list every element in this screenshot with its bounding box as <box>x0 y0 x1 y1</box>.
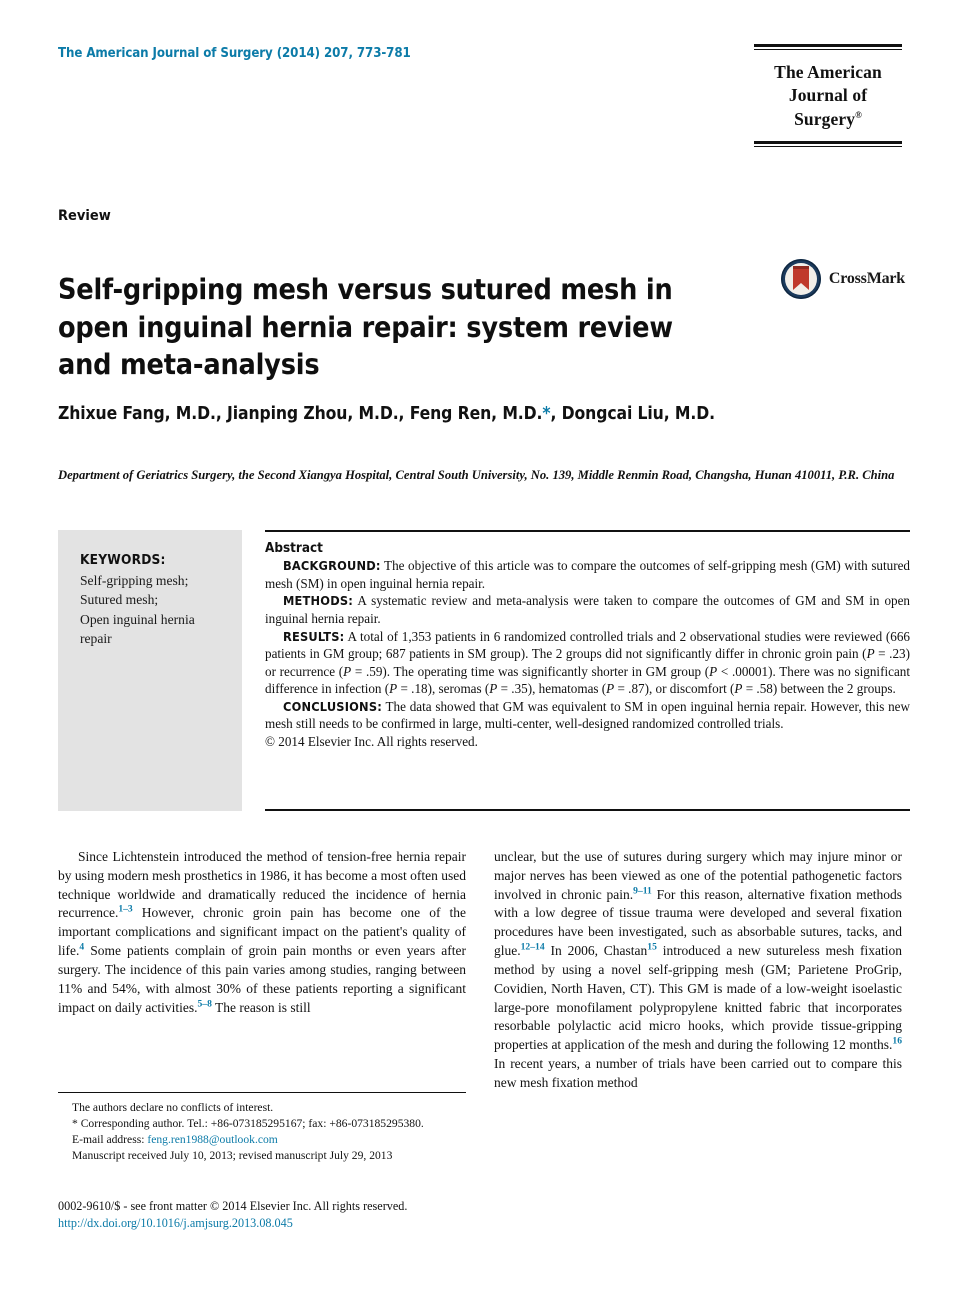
footnote-email: E-mail address: feng.ren1988@outlook.com <box>58 1132 466 1148</box>
abstract-methods-label: METHODS: <box>283 593 354 609</box>
journal-article-page: The American Journal of Surgery (2014) 2… <box>0 0 960 1290</box>
email-link[interactable]: feng.ren1988@outlook.com <box>147 1133 277 1146</box>
p-value-symbol: P <box>389 681 398 697</box>
page-header: The American Journal of Surgery (2014) 2… <box>58 44 902 166</box>
journal-logo-line2: Journal of Surgery® <box>788 85 868 129</box>
footnote-manuscript-dates: Manuscript received July 10, 2013; revis… <box>72 1148 393 1162</box>
body-column-right: unclear, but the use of sutures during s… <box>494 848 902 1186</box>
abstract-results-text-8: = .58) between the 2 groups. <box>742 681 896 697</box>
article-type-label: Review <box>58 208 111 224</box>
p-value-symbol: P <box>606 681 615 697</box>
abstract-results: RESULTS: A total of 1,353 patients in 6 … <box>265 628 910 698</box>
abstract-results-text-5: = .18), seromas ( <box>397 681 490 697</box>
citation-ref[interactable]: 12–14 <box>521 942 545 953</box>
body-text: The reason is still <box>211 999 311 1015</box>
journal-logo-line1: The American <box>774 62 882 82</box>
citation-ref[interactable]: 15 <box>647 942 657 953</box>
p-value-symbol: P <box>709 663 718 679</box>
crossmark-badge[interactable]: CrossMark <box>780 258 905 300</box>
abstract-results-text-3: = .59). The operating time was significa… <box>351 663 710 679</box>
journal-logo: The American Journal of Surgery® <box>754 44 902 148</box>
journal-reference: The American Journal of Surgery (2014) 2… <box>58 46 411 61</box>
citation-ref[interactable]: 5–8 <box>197 998 211 1009</box>
body-text: introduced a new sutureless mesh fixatio… <box>494 943 902 1053</box>
body-text: In 2006, Chastan <box>544 943 648 959</box>
footnote-conflict: The authors declare no conflicts of inte… <box>72 1101 274 1114</box>
body-text: In recent years, a number of trials have… <box>494 1056 902 1090</box>
journal-logo-text: The American Journal of Surgery® <box>754 61 902 131</box>
keyword-item: Sutured mesh; <box>80 592 159 608</box>
abstract-results-label: RESULTS: <box>283 628 345 644</box>
doi-link[interactable]: http://dx.doi.org/10.1016/j.amjsurg.2013… <box>58 1215 578 1232</box>
logo-rule-bottom <box>754 141 902 148</box>
p-value-symbol: P <box>343 663 352 679</box>
author-affiliation: Department of Geriatrics Surgery, the Se… <box>58 468 895 482</box>
abstract-section: Abstract BACKGROUND: The objective of th… <box>265 530 910 811</box>
abstract-conclusions-label: CONCLUSIONS: <box>283 698 382 714</box>
author-list: Zhixue Fang, M.D., Jianping Zhou, M.D., … <box>58 404 908 424</box>
footnotes-block: The authors declare no conflicts of inte… <box>58 1092 466 1164</box>
abstract-copyright: © 2014 Elsevier Inc. All rights reserved… <box>265 733 478 749</box>
abstract-conclusions: CONCLUSIONS: The data showed that GM was… <box>265 698 910 733</box>
abstract-results-text-1: A total of 1,353 patients in 6 randomize… <box>265 628 910 662</box>
email-label: E-mail address: <box>72 1132 145 1146</box>
body-paragraph: unclear, but the use of sutures during s… <box>494 848 902 1093</box>
body-paragraph: Since Lichtenstein introduced the method… <box>58 848 466 1017</box>
abstract-results-text-6: = .35), hematomas ( <box>497 681 607 697</box>
abstract-background: BACKGROUND: The objective of this articl… <box>265 557 910 592</box>
keywords-title: KEYWORDS: <box>80 552 166 568</box>
author-names: Zhixue Fang, M.D., Jianping Zhou, M.D., … <box>58 404 543 424</box>
footnote-corresponding: * Corresponding author. Tel.: +86-073185… <box>72 1116 424 1130</box>
citation-ref[interactable]: 16 <box>892 1036 902 1047</box>
keyword-item: Self-gripping mesh; <box>80 573 189 588</box>
abstract-results-text-7: = .87), or discomfort ( <box>614 681 735 697</box>
crossmark-icon <box>780 259 821 299</box>
citation-ref[interactable]: 9–11 <box>633 885 652 896</box>
page-title: Self-gripping mesh versus sutured mesh i… <box>58 273 673 382</box>
crossmark-label: CrossMark <box>828 270 905 287</box>
citation-ref[interactable]: 1–3 <box>118 904 132 915</box>
keywords-panel: KEYWORDS: Self-gripping mesh; Sutured me… <box>58 530 242 811</box>
logo-rule-top <box>754 44 902 50</box>
page-footer: 0002-9610/$ - see front matter © 2014 El… <box>58 1198 578 1233</box>
keyword-item: Open inguinal hernia <box>80 611 195 627</box>
body-column-left: Since Lichtenstein introduced the method… <box>58 848 466 1098</box>
abstract-methods: METHODS: A systematic review and meta-an… <box>265 592 910 627</box>
author-names-tail: , Dongcai Liu, M.D. <box>550 404 715 424</box>
keyword-item: repair <box>80 630 112 646</box>
issn-copyright-line: 0002-9610/$ - see front matter © 2014 El… <box>58 1199 408 1213</box>
abstract-background-label: BACKGROUND: <box>283 558 381 573</box>
p-value-symbol: P <box>866 646 875 662</box>
abstract-methods-text: A systematic review and meta-analysis we… <box>265 593 910 627</box>
abstract-heading: Abstract <box>265 541 323 556</box>
